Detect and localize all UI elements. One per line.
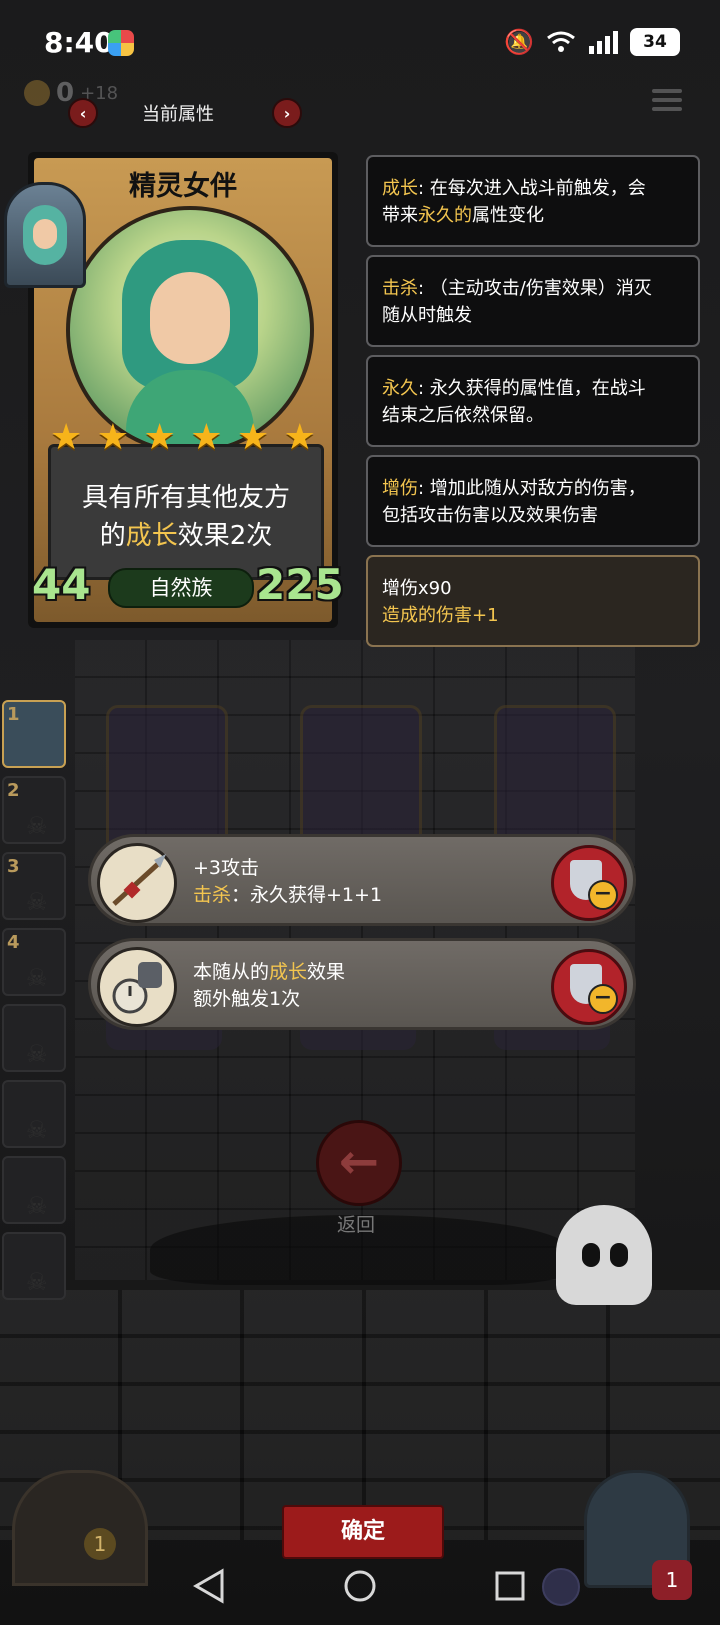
keyword-growth: 成长: 在每次进入战斗前触发，会 带来永久的属性变化 [366,155,700,247]
app-badge-icon [108,30,134,56]
roster-slot-5[interactable]: ☠ [2,1004,66,1072]
roster-slot-4[interactable]: 4 ☠ [2,928,66,996]
star-icon: ★ [50,417,83,458]
damage-boost-effect: 造成的伤害+1 [382,605,499,626]
item-description: 本随从的成长效果 额外触发1次 [193,961,346,1010]
star-icon: ★ [96,417,130,458]
skull-icon: ☠ [26,1040,48,1068]
star-icon: ★ [143,417,176,458]
skull-icon: ☠ [26,1116,48,1144]
minus-icon: − [588,984,618,1014]
back-button[interactable]: ← [316,1120,402,1206]
desc-line-2: 的成长效果2次 [99,521,273,551]
item-row: +3攻击 击杀：永久获得+1+1 − [88,834,636,926]
battery-icon: 34 [630,28,680,56]
coin-icon [24,80,50,106]
desc-line-1: 具有所有其他友方 [81,483,290,513]
item-row: 本随从的成长效果 额外触发1次 − [88,938,636,1030]
keyword-permanent: 永久: 永久获得的属性值，在战斗 结束之后依然保留。 [366,355,700,447]
signal-icon [589,31,618,54]
board-card [494,705,616,853]
board-card [106,705,228,853]
damage-boost-summary: 增伤x90 造成的伤害+1 [366,555,700,647]
chevron-right-icon: › [283,103,291,123]
remove-item-button[interactable]: − [551,845,627,921]
roster-slot-7[interactable]: ☠ [2,1156,66,1224]
mute-icon: 🔕 [504,28,534,56]
star-icon: ★ [283,417,316,458]
remove-item-button[interactable]: − [551,949,627,1025]
ghost-mascot [556,1205,652,1305]
damage-boost-stack: 增伤x90 [382,578,452,599]
tribe-badge: 自然族 [108,568,254,608]
nav-back-icon[interactable] [192,1568,226,1604]
spear-icon [97,843,177,923]
status-time: 8:40 [44,26,114,59]
minus-icon: − [588,880,618,910]
roster-slot-2[interactable]: 2 ☠ [2,776,66,844]
status-bar: 8:40 🔕 34 [0,0,720,88]
item-description: +3攻击 击杀：永久获得+1+1 [193,857,383,906]
skull-icon: ☠ [26,964,48,992]
wifi-icon [547,31,575,52]
system-nav-bar [0,1546,720,1625]
hero-mini-portrait [4,182,86,288]
prev-attribute-button[interactable]: ‹ [68,98,98,128]
attack-stat: 44 [32,560,91,609]
next-attribute-button[interactable]: › [272,98,302,128]
nav-recent-icon[interactable] [494,1570,526,1602]
roster-slot-1[interactable]: 1 [2,700,66,768]
stopwatch-icon [97,947,177,1027]
roster-slot-6[interactable]: ☠ [2,1080,66,1148]
back-label: 返回 [336,1214,375,1236]
skull-icon: ☠ [26,1268,48,1296]
roster-slot-3[interactable]: 3 ☠ [2,852,66,920]
skull-icon: ☠ [26,888,48,916]
health-stat: 225 [256,560,344,609]
star-rating: ★ ★ ★ ★ ★ ★ [50,420,316,456]
chevron-left-icon: ‹ [79,103,87,123]
menu-icon[interactable] [652,84,682,116]
roster-slot-8[interactable]: ☠ [2,1232,66,1300]
star-icon: ★ [190,417,223,458]
page-title: 当前属性 [142,104,214,125]
nav-home-icon[interactable] [342,1568,378,1604]
skull-icon: ☠ [26,1192,48,1220]
arrow-left-icon: ← [338,1134,380,1190]
keyword-damage-boost: 增伤: 增加此随从对敌方的伤害， 包括攻击伤害以及效果伤害 [366,455,700,547]
keyword-kill: 击杀: （主动攻击/伤害效果）消灭 随从时触发 [366,255,700,347]
star-icon: ★ [236,417,270,458]
skull-icon: ☠ [26,812,48,840]
board-card [300,705,422,853]
